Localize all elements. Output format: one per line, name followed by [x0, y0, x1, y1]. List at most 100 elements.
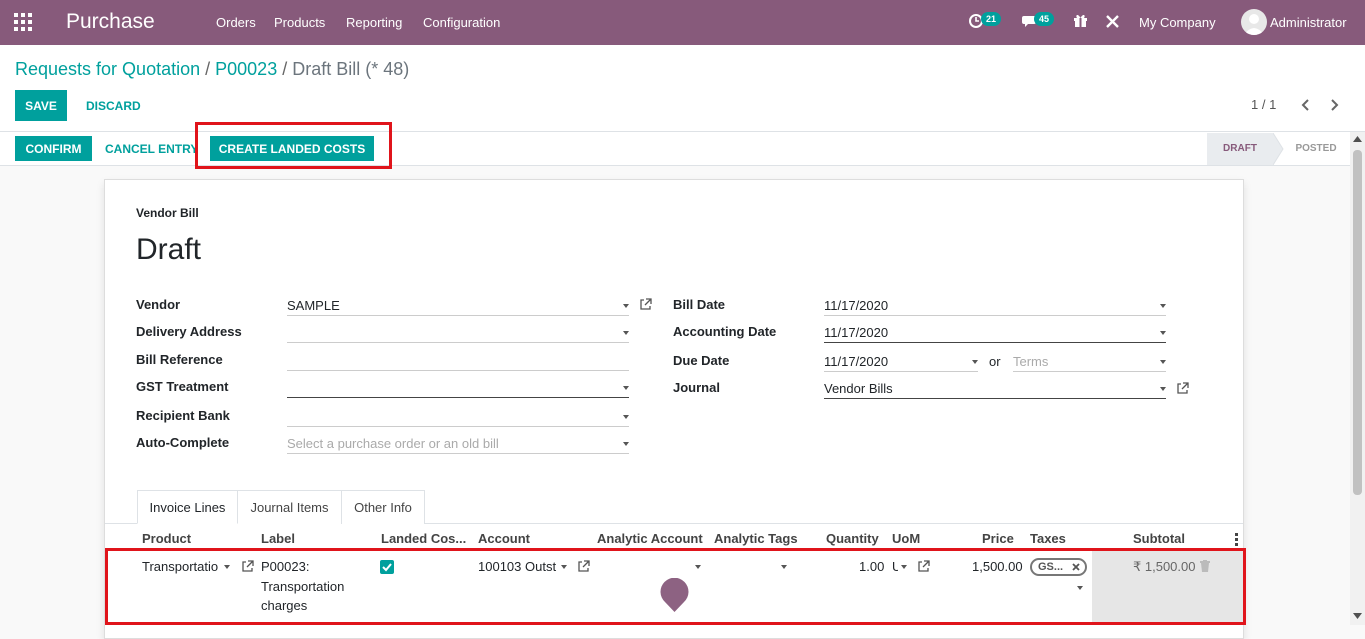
row-label-line-1[interactable]: P00023:: [261, 557, 309, 576]
user-avatar[interactable]: [1241, 9, 1267, 35]
page-scrollbar[interactable]: [1350, 132, 1365, 625]
menu-products[interactable]: Products: [274, 14, 325, 31]
accounting-date-field[interactable]: 11/17/2020: [824, 323, 1166, 343]
journal-label: Journal: [673, 380, 720, 395]
chevron-down-icon: [561, 565, 567, 569]
column-header-price[interactable]: Price: [982, 532, 1014, 546]
row-uom[interactable]: U: [892, 557, 898, 576]
menu-orders[interactable]: Orders: [216, 14, 256, 31]
row-price[interactable]: 1,500.00: [972, 557, 1023, 576]
column-header-account[interactable]: Account: [478, 532, 530, 546]
create-landed-costs-button[interactable]: CREATE LANDED COSTS: [210, 136, 374, 161]
cancel-entry-button[interactable]: CANCEL ENTRY: [104, 136, 198, 161]
apps-menu-icon[interactable]: [14, 13, 34, 31]
bill-reference-field[interactable]: [287, 351, 629, 371]
tab-journal-items[interactable]: Journal Items: [238, 490, 342, 524]
app-name[interactable]: Purchase: [66, 9, 155, 35]
gst-treatment-field[interactable]: [287, 378, 629, 398]
chevron-down-icon: [972, 360, 978, 364]
chevron-down-icon: [781, 565, 787, 569]
column-header-landed-cost[interactable]: Landed Cos...: [381, 532, 466, 546]
optional-columns-icon[interactable]: [1234, 532, 1238, 546]
menu-configuration[interactable]: Configuration: [423, 14, 500, 31]
column-header-product[interactable]: Product: [142, 532, 191, 546]
vendor-field[interactable]: SAMPLE: [287, 296, 629, 316]
external-link-icon[interactable]: [1176, 382, 1189, 395]
chevron-down-icon: [623, 304, 629, 308]
tax-tag[interactable]: GS...: [1030, 558, 1087, 576]
activity-count-badge: 21: [981, 12, 1002, 26]
auto-complete-placeholder: Select a purchase order or an old bill: [287, 436, 499, 451]
chevron-down-icon: [695, 565, 701, 569]
row-product[interactable]: Transportatio: [142, 557, 218, 576]
row-quantity[interactable]: 1.00: [859, 557, 884, 576]
cursor-location-pin-icon: [660, 578, 689, 612]
bill-date-label: Bill Date: [673, 297, 726, 312]
gst-treatment-label: GST Treatment: [136, 379, 229, 394]
accounting-date-label: Accounting Date: [673, 324, 777, 339]
trash-icon[interactable]: [1200, 560, 1210, 572]
external-link-icon[interactable]: [577, 560, 590, 573]
breadcrumb-current: Draft Bill (* 48): [292, 59, 410, 79]
chevron-down-icon: [1160, 304, 1166, 308]
gift-icon: [1074, 14, 1087, 27]
pager-previous[interactable]: [1299, 98, 1313, 115]
debug-tools-menu[interactable]: [1105, 14, 1120, 32]
gift-menu[interactable]: [1073, 13, 1088, 31]
save-button[interactable]: SAVE: [15, 90, 67, 121]
due-date-label: Due Date: [673, 353, 730, 368]
pager-next[interactable]: [1327, 98, 1341, 115]
column-header-taxes[interactable]: Taxes: [1030, 532, 1066, 546]
company-switcher[interactable]: My Company: [1139, 14, 1216, 31]
column-header-label[interactable]: Label: [261, 532, 295, 546]
status-posted[interactable]: POSTED: [1287, 133, 1345, 165]
confirm-button[interactable]: CONFIRM: [15, 136, 92, 161]
bill-date-value: 11/17/2020: [824, 298, 889, 313]
row-label-line-3[interactable]: charges: [261, 596, 307, 615]
chevron-down-icon: [224, 565, 230, 569]
external-link-icon[interactable]: [639, 298, 652, 311]
chevron-left-icon: [1301, 99, 1309, 111]
breadcrumb-rfq[interactable]: Requests for Quotation: [15, 59, 200, 79]
status-draft: DRAFT: [1207, 133, 1273, 165]
scroll-up-icon[interactable]: [1353, 136, 1362, 142]
chevron-down-icon: [623, 331, 629, 335]
bill-date-field[interactable]: 11/17/2020: [824, 296, 1166, 316]
tab-other-info[interactable]: Other Info: [342, 490, 425, 524]
bill-reference-label: Bill Reference: [136, 352, 223, 367]
journal-value: Vendor Bills: [824, 381, 893, 396]
remove-tag-icon[interactable]: [1072, 563, 1080, 571]
recipient-bank-field[interactable]: [287, 407, 629, 427]
breadcrumb-po[interactable]: P00023: [215, 59, 277, 79]
pager-value[interactable]: 1 / 1: [1251, 97, 1276, 113]
tab-invoice-lines[interactable]: Invoice Lines: [137, 490, 238, 524]
document-state-title: Draft: [136, 233, 202, 266]
due-date-field[interactable]: 11/17/2020: [824, 352, 978, 372]
chevron-down-icon: [1077, 586, 1083, 590]
payment-terms-field[interactable]: Terms: [1013, 352, 1166, 372]
column-header-uom[interactable]: UoM: [892, 532, 920, 546]
payment-terms-placeholder: Terms: [1013, 354, 1049, 369]
scrollbar-thumb[interactable]: [1353, 150, 1362, 495]
column-header-analytic-tags[interactable]: Analytic Tags: [714, 532, 798, 546]
external-link-icon[interactable]: [917, 560, 930, 573]
row-label-line-2[interactable]: Transportation: [261, 577, 344, 596]
breadcrumb-separator: /: [205, 59, 216, 79]
chevron-down-icon: [901, 565, 907, 569]
auto-complete-field[interactable]: Select a purchase order or an old bill: [287, 434, 629, 454]
checkmark-icon: [382, 563, 392, 572]
external-link-icon[interactable]: [241, 560, 254, 573]
row-subtotal: ₹ 1,500.00: [1133, 559, 1196, 574]
journal-field[interactable]: Vendor Bills: [824, 379, 1166, 399]
user-menu[interactable]: Administrator: [1270, 14, 1347, 31]
menu-reporting[interactable]: Reporting: [346, 14, 402, 31]
row-account[interactable]: 100103 Outst: [478, 557, 556, 576]
scroll-down-icon[interactable]: [1353, 613, 1362, 619]
delivery-address-field[interactable]: [287, 323, 629, 343]
landed-cost-checkbox[interactable]: [380, 560, 394, 574]
chevron-down-icon: [1160, 387, 1166, 391]
discard-button[interactable]: DISCARD: [80, 90, 150, 121]
column-header-analytic-account[interactable]: Analytic Account: [597, 532, 703, 546]
column-header-subtotal[interactable]: Subtotal: [1133, 532, 1185, 546]
column-header-quantity[interactable]: Quantity: [826, 532, 879, 546]
